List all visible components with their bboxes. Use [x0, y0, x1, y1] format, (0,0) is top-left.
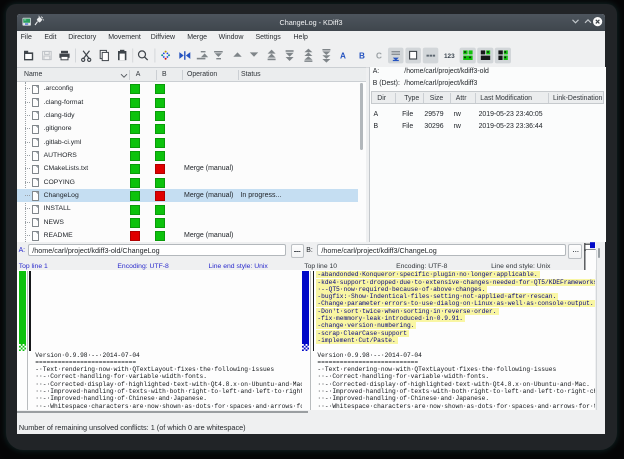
svg-text:123: 123 [444, 53, 455, 60]
svg-text:B: B [359, 51, 365, 60]
svg-text:C: C [376, 51, 382, 60]
svg-text:A: A [340, 51, 346, 60]
